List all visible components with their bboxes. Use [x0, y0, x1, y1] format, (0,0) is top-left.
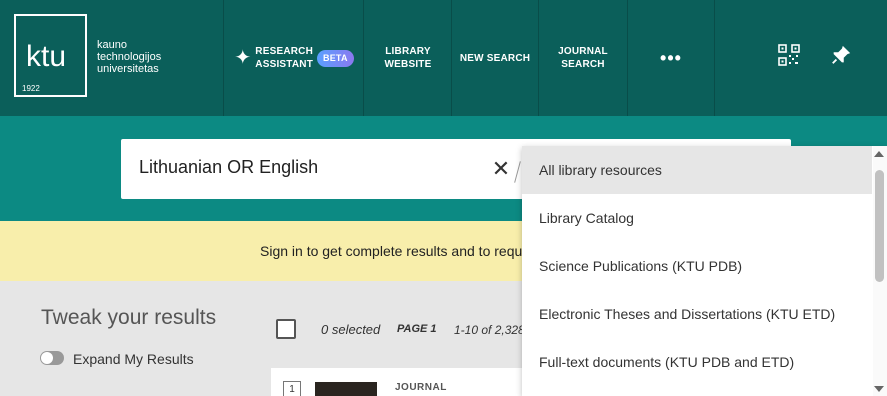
nav-divider	[714, 0, 715, 116]
nav-research-label: RESEARCH ASSISTANT	[255, 45, 313, 71]
search-divider	[514, 161, 521, 183]
result-thumbnail[interactable]	[315, 382, 377, 396]
results-range: 1-10 of 2,328	[454, 323, 525, 337]
scope-option-catalog[interactable]: Library Catalog	[522, 194, 872, 242]
nav-library-website[interactable]: LIBRARY WEBSITE	[364, 0, 452, 116]
logo-name-line: universitetas	[97, 63, 159, 75]
nav-library-line1: LIBRARY	[385, 46, 431, 57]
qr-code-icon[interactable]	[776, 42, 802, 68]
scope-option-all[interactable]: All library resources	[522, 146, 872, 194]
scrollbar-thumb[interactable]	[875, 170, 884, 282]
close-icon[interactable]: ✕	[489, 157, 513, 181]
nav-library-label: LIBRARY WEBSITE	[385, 45, 432, 71]
nav-new-search-label: NEW SEARCH	[459, 52, 531, 64]
expand-results-label[interactable]: Expand My Results	[73, 351, 194, 367]
facets-title: Tweak your results	[41, 306, 217, 329]
nav-more-button[interactable]: •••	[628, 0, 714, 116]
signin-banner-text[interactable]: Sign in to get complete results and to r…	[260, 243, 522, 259]
expand-results-toggle[interactable]	[40, 351, 64, 365]
sparkle-icon: ✦	[234, 46, 252, 69]
top-header: ktu 1922 kauno technologijos universitet…	[0, 0, 887, 116]
logo-name-line: kauno	[97, 39, 127, 51]
nav-journal-search[interactable]: JOURNAL SEARCH	[539, 0, 627, 116]
logo-name-line: technologijos	[97, 51, 162, 63]
ktu-logo[interactable]: ktu 1922 kauno technologijos universitet…	[14, 14, 170, 98]
pin-icon[interactable]	[828, 42, 854, 68]
nav-new-search[interactable]: NEW SEARCH	[452, 0, 538, 116]
scope-option-publications[interactable]: Science Publications (KTU PDB)	[522, 242, 872, 290]
selected-count: 0 selected	[321, 322, 381, 337]
search-scope-dropdown: All library resources Library Catalog Sc…	[522, 146, 887, 396]
logo-frame: ktu 1922	[14, 14, 87, 97]
nav-research-assistant[interactable]: ✦ RESEARCH ASSISTANT BETA	[224, 0, 364, 116]
search-input[interactable]: Lithuanian OR English	[139, 157, 318, 178]
nav-journal-line1: JOURNAL	[558, 46, 608, 57]
result-type: JOURNAL	[395, 382, 447, 393]
select-all-checkbox[interactable]	[276, 319, 296, 339]
nav-research-line2: ASSISTANT	[255, 59, 314, 70]
result-card[interactable]: 1 JOURNAL	[271, 368, 531, 396]
nav-journal-line2: SEARCH	[561, 59, 605, 70]
toggle-knob	[41, 352, 53, 364]
logo-ktu-text: ktu	[26, 40, 67, 73]
result-number: 1	[283, 381, 301, 396]
nav-research-line1: RESEARCH	[255, 46, 314, 57]
scope-option-etd[interactable]: Electronic Theses and Dissertations (KTU…	[522, 290, 872, 338]
page-number: PAGE 1	[397, 323, 437, 335]
scroll-down-icon[interactable]	[874, 386, 884, 392]
beta-badge: BETA	[317, 49, 354, 67]
logo-university-name: kauno technologijos universitetas	[97, 39, 161, 75]
logo-year: 1922	[22, 84, 40, 93]
more-icon: •••	[660, 47, 682, 68]
scope-option-fulltext[interactable]: Full-text documents (KTU PDB and ETD)	[522, 338, 872, 386]
nav-journal-label: JOURNAL SEARCH	[558, 45, 608, 71]
scroll-up-icon[interactable]	[874, 151, 884, 157]
nav-library-line2: WEBSITE	[384, 59, 432, 70]
